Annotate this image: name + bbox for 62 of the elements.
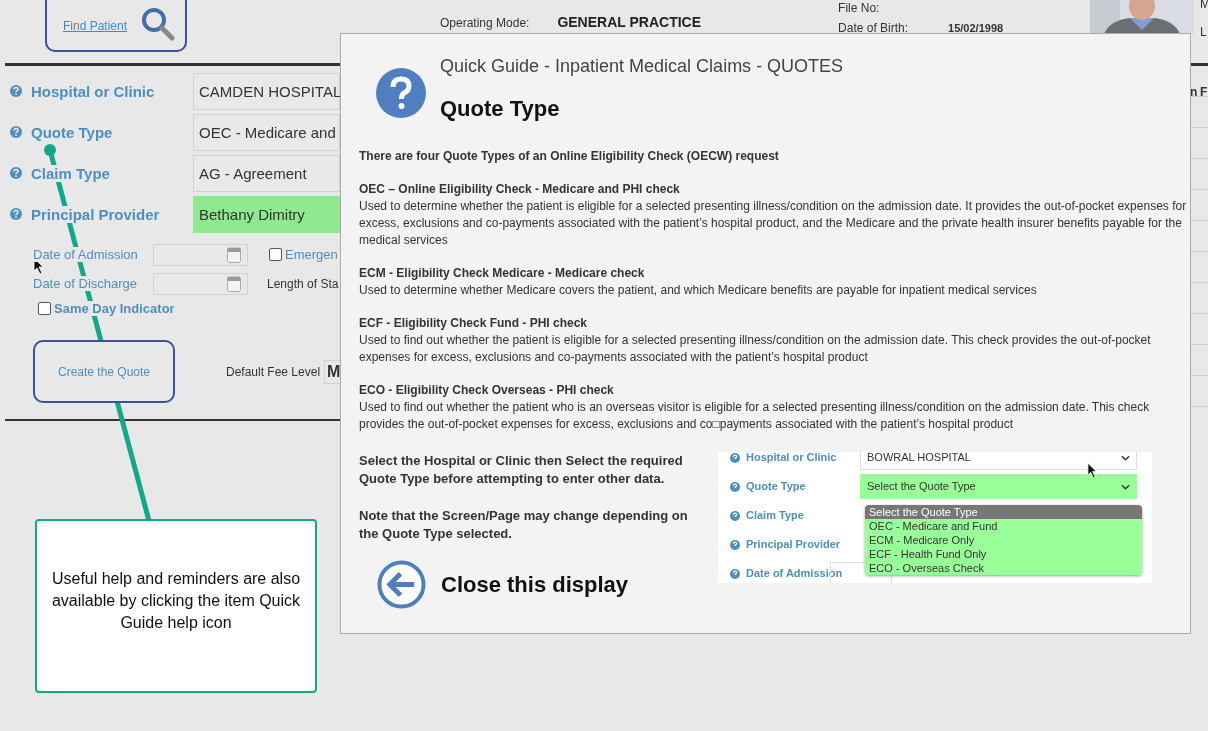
help-icon	[730, 481, 740, 492]
default-fee-label: Default Fee Level	[226, 364, 321, 379]
dropdown-option: ECO - Overseas Check	[865, 561, 1142, 575]
help-icon	[730, 568, 740, 579]
field-label: Hospital or Clinic	[746, 452, 838, 465]
section-text: Used to find out whether the patient who is an overseas visitor is eligible for a selected presenting illness/condition on the admission date. This check provides the out-of-pocket expenses for excess, exclusions and co□payments associated with the patient’s hospital product	[359, 399, 1151, 433]
dialog-title: Quick Guide - Inpatient Medical Claims - QUOTES	[440, 55, 844, 77]
section-title: OEC – Online Eligibility Check - Medicare and PHI check	[359, 181, 681, 198]
checkbox-label: Emergen	[285, 247, 338, 262]
chevron-down-icon	[1121, 454, 1130, 461]
date-of-birth-label: Date of Birth:	[838, 21, 909, 35]
help-icon	[376, 68, 426, 118]
select-field[interactable]: CAMDEN HOSPITAL	[193, 72, 340, 110]
field-label: Principal Provider	[31, 205, 160, 223]
chevron-down-icon	[1121, 483, 1130, 490]
dialog-heading: Quote Type	[440, 95, 561, 123]
field-label: Claim Type	[31, 164, 110, 182]
field-label: Quote Type	[746, 479, 807, 494]
calendar-icon[interactable]	[227, 246, 241, 263]
length-of-stay-label: Length of Sta	[267, 276, 339, 291]
select-field[interactable]: Bethany Dimitry	[193, 195, 340, 233]
callout-text: Useful help and reminders are also available by clicking the item Quick Guide help icon	[51, 569, 301, 633]
select-field: BOWRAL HOSPITAL	[860, 452, 1137, 470]
field-label: Principal Provider	[746, 537, 842, 552]
checkbox[interactable]	[38, 302, 51, 315]
section-text: Used to determine whether the patient is eligible for a selected presenting illness/condition on the admission date. It provides the out-of-pocket expenses for excess, exclusions and co-payments associated with the patient’s hospital product, and the Medicare and the private health insurer benefits payable for the medical services	[359, 198, 1188, 249]
calendar-icon[interactable]	[227, 275, 241, 292]
field-label: Date of Admission	[746, 566, 844, 581]
checkbox[interactable]	[269, 248, 282, 261]
mouse-pointer-icon	[1087, 462, 1098, 479]
select-field: Select the Quote Type	[860, 474, 1137, 499]
checkbox-label: Same Day Indicator	[54, 301, 175, 316]
date-field[interactable]	[153, 243, 248, 266]
help-icon[interactable]	[10, 85, 22, 97]
instruction-text: Select the Hospital or Clinic then Select the required Quote Type before attempting to enter other data.	[359, 452, 684, 488]
search-icon[interactable]	[141, 7, 176, 41]
operating-mode-value: GENERAL PRACTICE	[557, 14, 702, 30]
dropdown-option: ECM - Medicare Only	[865, 533, 1142, 547]
section-title: ECO - Eligibility Check Overseas - PHI check	[359, 382, 615, 399]
date-field[interactable]	[153, 272, 248, 295]
help-icon[interactable]	[10, 126, 22, 138]
select-field[interactable]: OEC - Medicare and	[193, 113, 340, 151]
section-title: ECM - Eligibility Check Medicare - Medicare check	[359, 265, 646, 282]
help-icon	[730, 510, 740, 521]
dropdown-option: OEC - Medicare and Fund	[865, 519, 1142, 533]
help-icon[interactable]	[10, 167, 22, 179]
column-header: n F	[1190, 85, 1207, 99]
cut-off-label: L	[1200, 25, 1208, 39]
file-number-label: File No:	[838, 1, 881, 15]
intro-text: There are four Quote Types of an Online Eligibility Check (OECW) request	[359, 148, 780, 165]
section-title: ECF - Eligibility Check Fund - PHI check	[359, 315, 589, 332]
section-text: Used to find out whether the patient is eligible for a selected presenting illness/condition on the admission date. This check provides the out-of-pocket expenses for excess, exclusions and co-payments associated with the patient’s hospital product	[359, 332, 1152, 366]
dropdown-option: Select the Quote Type	[865, 505, 1142, 519]
help-icon[interactable]	[10, 208, 22, 220]
field-label: Claim Type	[746, 508, 805, 523]
select-field[interactable]: AG - Agreement	[193, 154, 340, 192]
section-text: Used to determine whether Medicare covers the patient, and which Medicare benefits are payable for inpatient medical services	[359, 282, 1038, 299]
help-icon	[730, 539, 740, 550]
dropdown-option: ECF - Health Fund Only	[865, 547, 1142, 561]
date-of-birth-value: 15/02/1998	[948, 22, 1004, 34]
operating-mode-label: Operating Mode:	[440, 16, 530, 30]
instruction-text: Note that the Screen/Page may change depending on the Quote Type selected.	[359, 507, 689, 543]
